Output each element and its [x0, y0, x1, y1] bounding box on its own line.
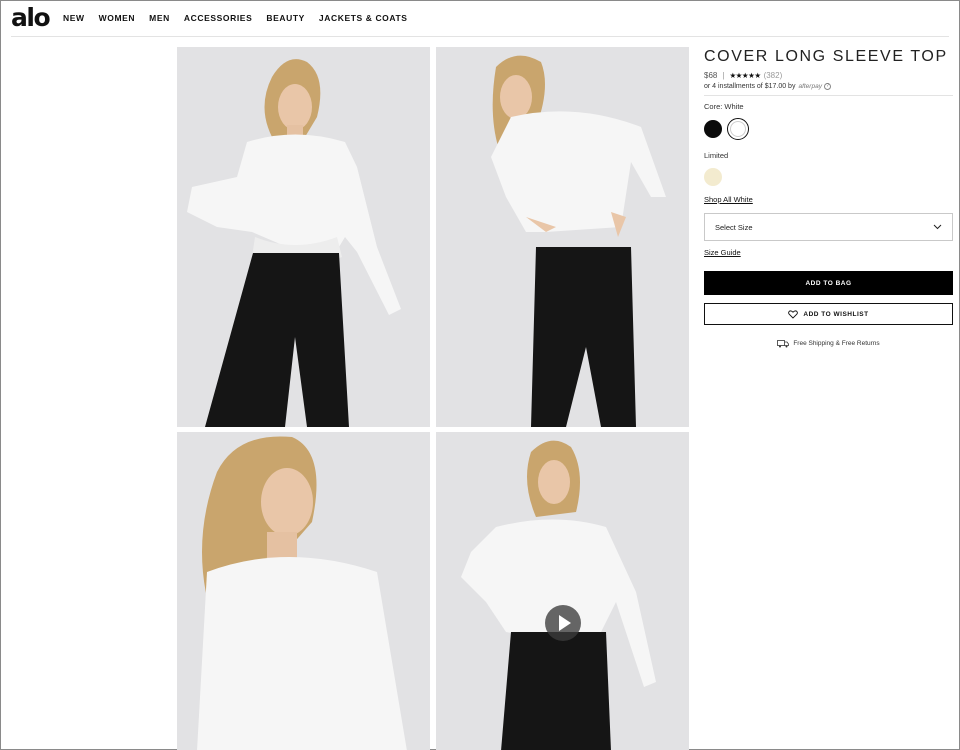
- panel-divider: [704, 95, 953, 96]
- swatch-cream[interactable]: [704, 168, 722, 186]
- header-divider: [11, 36, 949, 37]
- limited-color-swatches: [704, 165, 953, 189]
- play-icon: [559, 615, 571, 631]
- price-rating-row: $68 | ★★★★★ (382): [704, 70, 953, 81]
- site-header: alo NEW WOMEN MEN ACCESSORIES BEAUTY JAC…: [1, 1, 959, 37]
- model-video-illustration: [436, 432, 689, 750]
- size-guide-link[interactable]: Size Guide: [704, 248, 741, 257]
- nav-accessories[interactable]: ACCESSORIES: [184, 13, 252, 23]
- shop-all-white-link[interactable]: Shop All White: [704, 195, 753, 204]
- afterpay-logo: afterpay: [798, 83, 822, 90]
- swatch-black[interactable]: [704, 120, 722, 138]
- nav-beauty[interactable]: BEAUTY: [266, 13, 305, 23]
- play-video-button[interactable]: [545, 605, 581, 641]
- main-nav: NEW WOMEN MEN ACCESSORIES BEAUTY JACKETS…: [63, 13, 422, 23]
- color-label: Core: White: [704, 102, 744, 111]
- info-icon[interactable]: ?: [823, 83, 831, 90]
- model-back-illustration: [436, 47, 689, 427]
- product-title: COVER LONG SLEEVE TOP: [704, 48, 948, 65]
- nav-women[interactable]: WOMEN: [99, 13, 136, 23]
- product-photo-back[interactable]: [436, 47, 689, 427]
- nav-jackets-coats[interactable]: JACKETS & COATS: [319, 13, 408, 23]
- add-to-wishlist-label: ADD TO WISHLIST: [803, 310, 869, 318]
- price-separator: |: [722, 71, 725, 80]
- heart-icon: [788, 309, 799, 319]
- nav-men[interactable]: MEN: [149, 13, 170, 23]
- installments-row: or 4 installments of $17.00 by afterpay …: [704, 83, 953, 90]
- model-closeup-illustration: [177, 432, 430, 750]
- alo-logo[interactable]: alo: [11, 3, 51, 32]
- nav-new[interactable]: NEW: [63, 13, 85, 23]
- review-count[interactable]: (382): [764, 71, 783, 80]
- limited-label: Limited: [704, 151, 729, 160]
- installments-text: or 4 installments of $17.00 by: [704, 83, 796, 90]
- shipping-info: Free Shipping & Free Returns: [704, 339, 953, 348]
- shipping-text: Free Shipping & Free Returns: [793, 340, 880, 347]
- product-photo-closeup[interactable]: [177, 432, 430, 750]
- product-photo-front[interactable]: [177, 47, 430, 427]
- product-price: $68: [704, 71, 718, 80]
- product-photo-video[interactable]: [436, 432, 689, 750]
- core-color-swatches: [704, 117, 953, 141]
- size-select-label: Select Size: [715, 222, 753, 232]
- swatch-white-selected[interactable]: [727, 118, 749, 140]
- product-details-panel: COVER LONG SLEEVE TOP $68 | ★★★★★ (382) …: [704, 47, 953, 348]
- truck-icon: [777, 340, 790, 348]
- add-to-wishlist-button[interactable]: ADD TO WISHLIST: [704, 303, 953, 325]
- add-to-bag-button[interactable]: ADD TO BAG: [704, 271, 953, 295]
- chevron-down-icon: [933, 224, 942, 230]
- rating-stars[interactable]: ★★★★★: [729, 71, 761, 80]
- model-front-illustration: [177, 47, 430, 427]
- size-select[interactable]: Select Size: [704, 213, 953, 241]
